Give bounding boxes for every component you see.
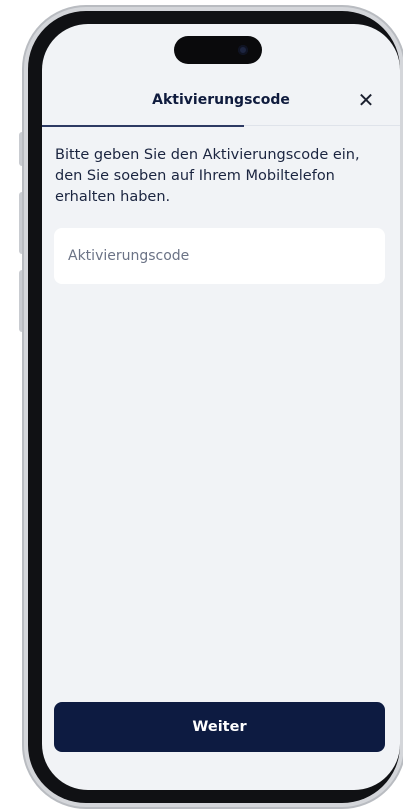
close-icon: ✕: [357, 88, 375, 112]
progress-indicator: [42, 125, 244, 127]
front-camera-icon: [238, 45, 248, 55]
page-title: Aktivierungscode: [152, 92, 290, 108]
app-screen: [42, 24, 400, 790]
next-button[interactable]: Weiter: [54, 702, 385, 752]
instruction-text: Bitte geben Sie den Aktivierungscode ein…: [55, 147, 360, 205]
phone-mockup: Aktivierungscode ✕ Bitte geben Sie den A…: [0, 0, 403, 812]
dynamic-island: [174, 36, 262, 64]
activation-code-input[interactable]: [54, 228, 385, 284]
close-button[interactable]: ✕: [354, 88, 378, 112]
